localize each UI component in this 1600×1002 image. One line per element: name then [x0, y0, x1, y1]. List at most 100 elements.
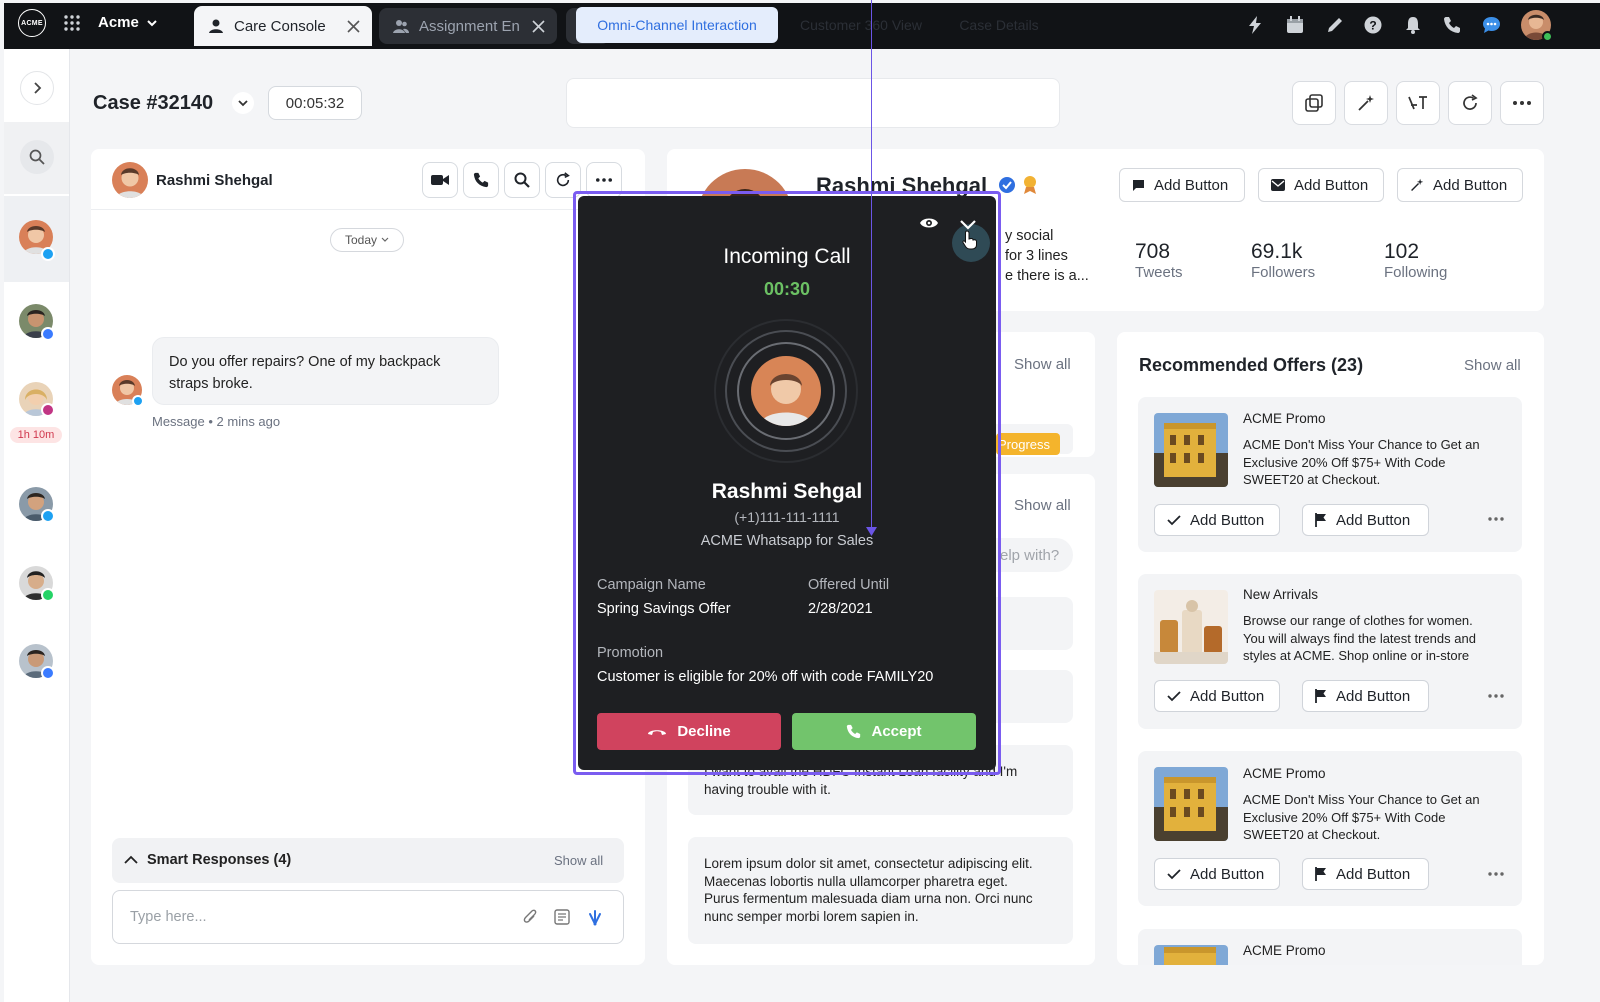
stat-followers-value: 69.1k	[1251, 240, 1303, 263]
verified-icon	[998, 176, 1016, 194]
composer-placeholder: Type here...	[130, 909, 207, 925]
voice-call-button[interactable]	[463, 162, 499, 198]
suggestion-text: having trouble with it.	[704, 782, 831, 797]
customer-message-bubble: Do you offer repairs? One of my backpack…	[152, 337, 499, 405]
offer-description-line: ACME Don't Miss Your Chance to Get an	[1243, 437, 1480, 452]
call-timer: 00:30	[763, 279, 811, 299]
online-status-dot	[1542, 31, 1553, 42]
promotion-value: Customer is eligible for 20% off with co…	[597, 669, 934, 685]
copy-window-button[interactable]	[1292, 81, 1336, 125]
twitter-icon	[41, 509, 55, 523]
mail-icon	[1271, 179, 1285, 191]
offer-description-line: You will always find the latest trends a…	[1243, 630, 1476, 646]
profile-add-button[interactable]: Add Button	[1258, 168, 1384, 202]
more-icon	[596, 178, 612, 182]
whatsapp-icon	[41, 588, 55, 602]
offered-until-label: Offered Until	[808, 577, 890, 593]
offer-more-icon[interactable]	[1488, 694, 1504, 698]
profile-add-button[interactable]: Add Button	[1397, 168, 1523, 202]
help-icon[interactable]: ?	[1364, 16, 1382, 34]
accept-label: Accept	[871, 723, 922, 740]
help-search-placeholder: elp with?	[1000, 547, 1060, 564]
ai-assist-icon[interactable]	[586, 908, 604, 926]
lightning-icon[interactable]	[1247, 16, 1263, 34]
calendar-icon[interactable]	[1286, 16, 1304, 34]
caller-phone: (+1)111-111-1111	[734, 509, 840, 525]
offer-more-icon[interactable]	[1488, 517, 1504, 521]
offer-description-line: styles at ACME. Shop online or in-store	[1243, 648, 1470, 663]
offer-accept-button[interactable]: Add Button	[1154, 858, 1280, 890]
translate-button[interactable]	[1396, 81, 1440, 125]
refresh-button[interactable]	[1448, 81, 1492, 125]
close-icon[interactable]	[347, 19, 360, 33]
decline-call-button[interactable]: Decline	[597, 713, 781, 750]
messenger-icon	[41, 666, 55, 680]
offer-description-line: Exclusive 20% Off $75+ With Code	[1243, 809, 1446, 825]
eye-icon[interactable]	[919, 216, 939, 230]
offer-flag-button[interactable]: Add Button	[1302, 504, 1429, 536]
offer-image	[1154, 945, 1228, 965]
smart-responses-show-all[interactable]: Show all	[554, 853, 603, 868]
profile-bio-line: for 3 lines	[1005, 248, 1068, 264]
tab-case-details[interactable]: Case Details	[946, 7, 1052, 43]
offer-flag-button[interactable]: Add Button	[1302, 680, 1429, 712]
award-icon	[1022, 175, 1038, 195]
phone-icon[interactable]	[1443, 16, 1461, 34]
tab-customer-360[interactable]: Customer 360 View	[786, 7, 936, 43]
search-rail-button[interactable]	[20, 140, 54, 174]
stat-following-value: 102	[1384, 240, 1420, 263]
call-title: Incoming Call	[723, 245, 851, 268]
magic-wand-icon	[1357, 94, 1375, 112]
suggestion-text: Lorem ipsum dolor sit amet, consectetur …	[704, 856, 1033, 871]
tab-care-console[interactable]: Care Console	[194, 6, 372, 46]
tab-omni-channel[interactable]: Omni-Channel Interaction	[576, 7, 778, 43]
annotation-arrow-icon	[866, 527, 877, 536]
expand-rail-button[interactable]	[20, 71, 54, 105]
pencil-icon[interactable]	[1326, 16, 1344, 34]
offers-show-all[interactable]: Show all	[1464, 357, 1521, 374]
offer-accept-button[interactable]: Add Button	[1154, 504, 1280, 536]
offer-more-icon[interactable]	[1488, 872, 1504, 876]
acme-logo[interactable]: ACME	[18, 9, 46, 37]
date-divider[interactable]: Today	[330, 228, 404, 252]
chevron-up-icon[interactable]	[124, 855, 138, 865]
offer-description-line: Browse our range of clothes for women.	[1243, 613, 1473, 628]
suggestion-text: Maecenas lobortis nulla ullamcorper phar…	[704, 874, 1008, 889]
show-all-link[interactable]: Show all	[1014, 497, 1071, 514]
status-badge: Progress	[996, 433, 1060, 455]
case-menu-chevron-icon[interactable]	[232, 92, 254, 114]
video-call-button[interactable]	[422, 162, 458, 198]
offer-accept-button[interactable]: Add Button	[1154, 680, 1280, 712]
message-line: Do you offer repairs? One of my backpack	[169, 354, 441, 370]
magic-wand-button[interactable]	[1344, 81, 1388, 125]
magic-wand-icon	[1410, 178, 1424, 192]
attachment-icon[interactable]	[523, 909, 537, 926]
message-icon	[1132, 179, 1145, 192]
case-title: Case #32140	[93, 92, 214, 114]
message-line: straps broke.	[169, 376, 253, 392]
message-meta: Message • 2 mins ago	[152, 414, 281, 429]
org-switcher[interactable]: Acme	[98, 14, 139, 31]
twitter-icon	[41, 247, 55, 261]
customer-avatar[interactable]	[112, 162, 148, 198]
date-divider-label: Today	[344, 233, 378, 247]
tab-label: Assignment En	[419, 17, 520, 35]
app-grid-icon[interactable]	[63, 14, 81, 32]
chevron-down-icon[interactable]	[146, 17, 158, 29]
more-options-button[interactable]	[1500, 81, 1544, 125]
offer-flag-button[interactable]: Add Button	[1302, 858, 1429, 890]
tab-assignment[interactable]: Assignment En	[379, 8, 557, 44]
close-icon[interactable]	[532, 19, 545, 33]
case-timer: 00:05:32	[268, 86, 362, 120]
offer-description: ACME Don't Miss Your Chance to Get an Ex…	[1243, 436, 1511, 489]
twitter-icon	[132, 395, 144, 407]
search-conversation-button[interactable]	[504, 162, 540, 198]
canned-response-icon[interactable]	[554, 909, 570, 925]
accept-call-button[interactable]: Accept	[792, 713, 976, 750]
customer-name: Rashmi Shehgal	[156, 172, 273, 189]
offer-description-line: ACME Don't Miss Your Chance to Get an	[1243, 792, 1480, 807]
profile-add-button[interactable]: Add Button	[1119, 168, 1245, 202]
bell-icon[interactable]	[1404, 16, 1422, 34]
show-all-link[interactable]: Show all	[1014, 356, 1071, 373]
chat-icon[interactable]	[1482, 16, 1501, 34]
